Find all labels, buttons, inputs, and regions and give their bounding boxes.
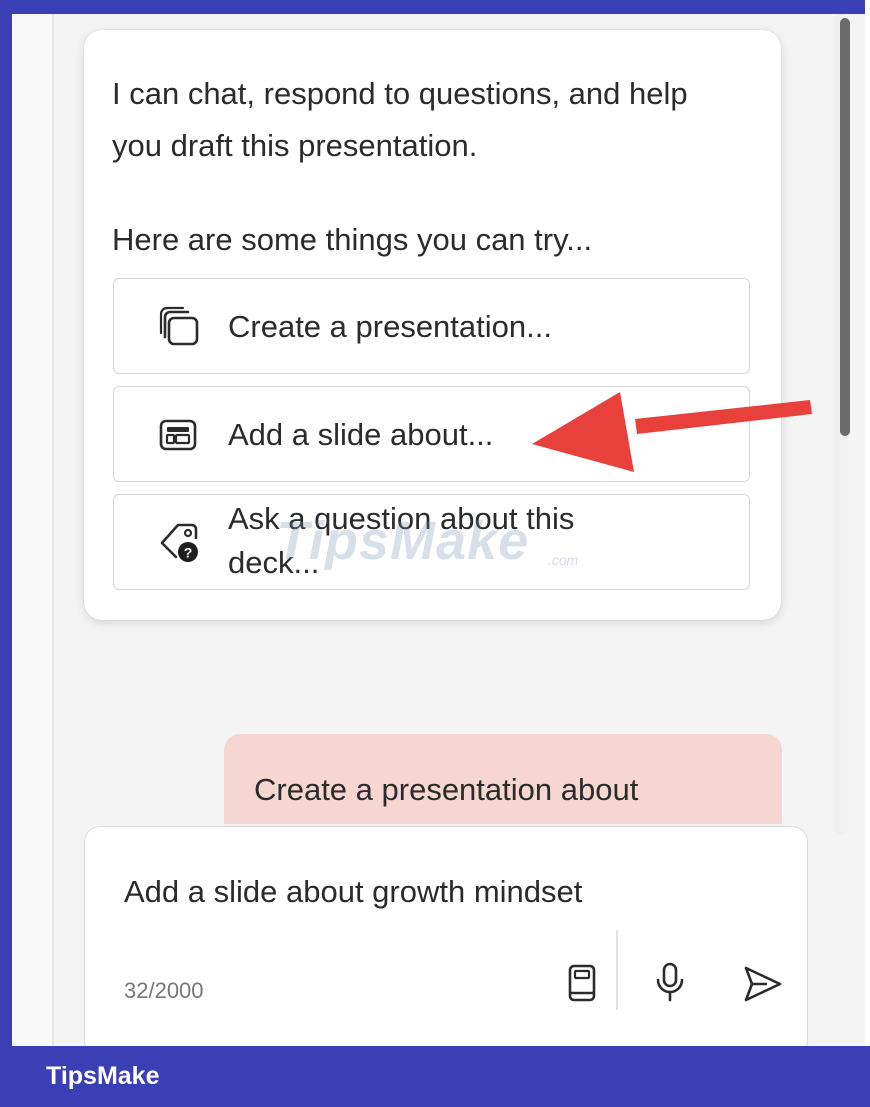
compose-input[interactable]: Add a slide about growth mindset [124, 870, 764, 914]
suggestion-add-slide[interactable]: Add a slide about... [113, 386, 750, 482]
notebook-icon [558, 964, 606, 1012]
tag-question-icon: ? [156, 519, 202, 565]
slide-layout-icon [156, 413, 202, 459]
pane-divider [52, 14, 54, 1046]
send-icon [738, 966, 786, 1012]
stacked-slides-icon [156, 305, 202, 351]
user-message-bubble: Create a presentation about [224, 734, 782, 824]
suggestion-label: Add a slide about... [228, 417, 494, 452]
send-button[interactable] [738, 960, 786, 1008]
suggestion-create-presentation[interactable]: Create a presentation... [113, 278, 750, 374]
suggestions-heading: Here are some things you can try... [112, 222, 593, 257]
scrollbar-thumb[interactable] [840, 18, 850, 436]
footer-brand: TipsMake [46, 1062, 160, 1090]
watermark-text: TipsMake [276, 511, 530, 571]
svg-text:?: ? [184, 545, 193, 561]
compose-box [84, 826, 808, 1056]
frame-border-top [0, 0, 870, 14]
frame-border-left [0, 0, 12, 1107]
microphone-button[interactable] [646, 958, 694, 1006]
assistant-intro-text: I can chat, respond to questions, and he… [112, 68, 752, 172]
footer-bar: TipsMake [0, 1046, 870, 1107]
watermark-suffix: .com [548, 552, 579, 568]
notebook-button[interactable] [558, 960, 606, 1008]
frame-border-right [865, 0, 870, 1107]
intro-line-2: you draft this presentation. [112, 128, 478, 163]
microphone-icon [646, 962, 694, 1010]
character-count: 32/2000 [124, 978, 204, 1003]
suggestion-label: Create a presentation... [228, 309, 552, 344]
pane-left-strip [12, 14, 52, 1046]
compose-divider [616, 930, 618, 1010]
user-message-text: Create a presentation about [254, 772, 639, 807]
intro-line-1: I can chat, respond to questions, and he… [112, 76, 688, 111]
